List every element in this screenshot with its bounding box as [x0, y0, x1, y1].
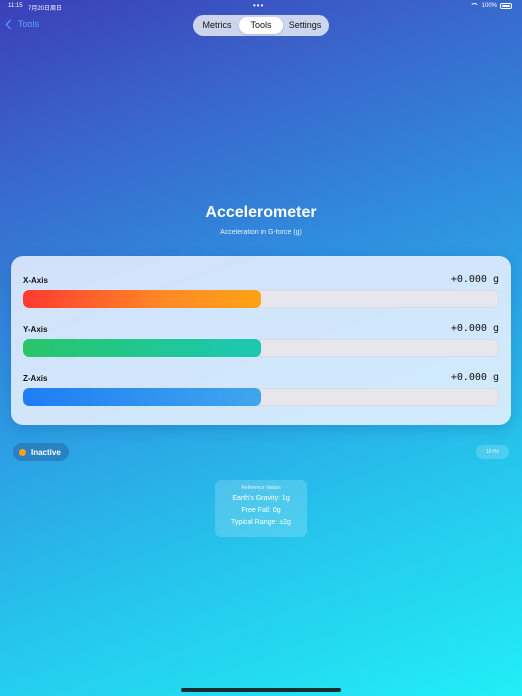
tab-metrics[interactable]: Metrics: [195, 17, 239, 34]
axes-card: X-Axis +0.000 g Y-Axis +0.000 g Z-Axis +…: [11, 256, 511, 425]
reference-heading: Reference Values: [241, 485, 281, 491]
status-date: 7月20日周日: [28, 6, 63, 12]
tab-tools[interactable]: Tools: [239, 17, 283, 34]
z-axis-label: Z-Axis: [23, 374, 48, 383]
z-axis-track: [23, 388, 499, 406]
back-button[interactable]: Tools: [5, 19, 40, 30]
chevron-left-icon: [5, 19, 16, 30]
battery-icon: [500, 3, 512, 9]
multitasking-dots-icon[interactable]: •••: [253, 1, 264, 10]
x-axis-label: X-Axis: [23, 276, 48, 285]
home-indicator[interactable]: [181, 688, 341, 692]
reference-line-freefall: Free Fall: 0g: [241, 507, 281, 514]
status-label: Inactive: [31, 447, 61, 457]
y-axis-label: Y-Axis: [23, 325, 48, 334]
z-axis-fill: [23, 388, 261, 406]
sample-rate-badge: 10 Hz: [476, 445, 509, 459]
status-bar: 11:15 7月20日周日 ••• 100%: [0, 0, 522, 12]
y-axis-fill: [23, 339, 261, 357]
status-time: 11:15: [8, 3, 23, 9]
page-subtitle: Acceleration in G-force (g): [220, 229, 302, 236]
status-dot-icon: [19, 448, 26, 456]
reference-values-box: Reference Values Earth's Gravity: 1g Fre…: [215, 480, 307, 537]
x-axis-fill: [23, 290, 261, 308]
y-axis-value: +0.000 g: [450, 323, 499, 334]
segmented-control: Metrics Tools Settings: [193, 15, 329, 36]
tab-settings[interactable]: Settings: [283, 17, 327, 34]
back-label: Tools: [18, 19, 40, 29]
status-badge: Inactive: [13, 443, 69, 461]
page-title: Accelerometer: [205, 204, 317, 221]
wifi-icon: [469, 3, 479, 9]
reference-line-range: Typical Range: ±2g: [231, 519, 291, 526]
z-axis-value: +0.000 g: [450, 372, 499, 383]
status-right: 100%: [469, 3, 512, 9]
battery-percent: 100%: [481, 3, 497, 9]
x-axis-value: +0.000 g: [450, 274, 499, 285]
x-axis-track: [23, 290, 499, 308]
reference-line-gravity: Earth's Gravity: 1g: [232, 495, 290, 502]
y-axis-track: [23, 339, 499, 357]
